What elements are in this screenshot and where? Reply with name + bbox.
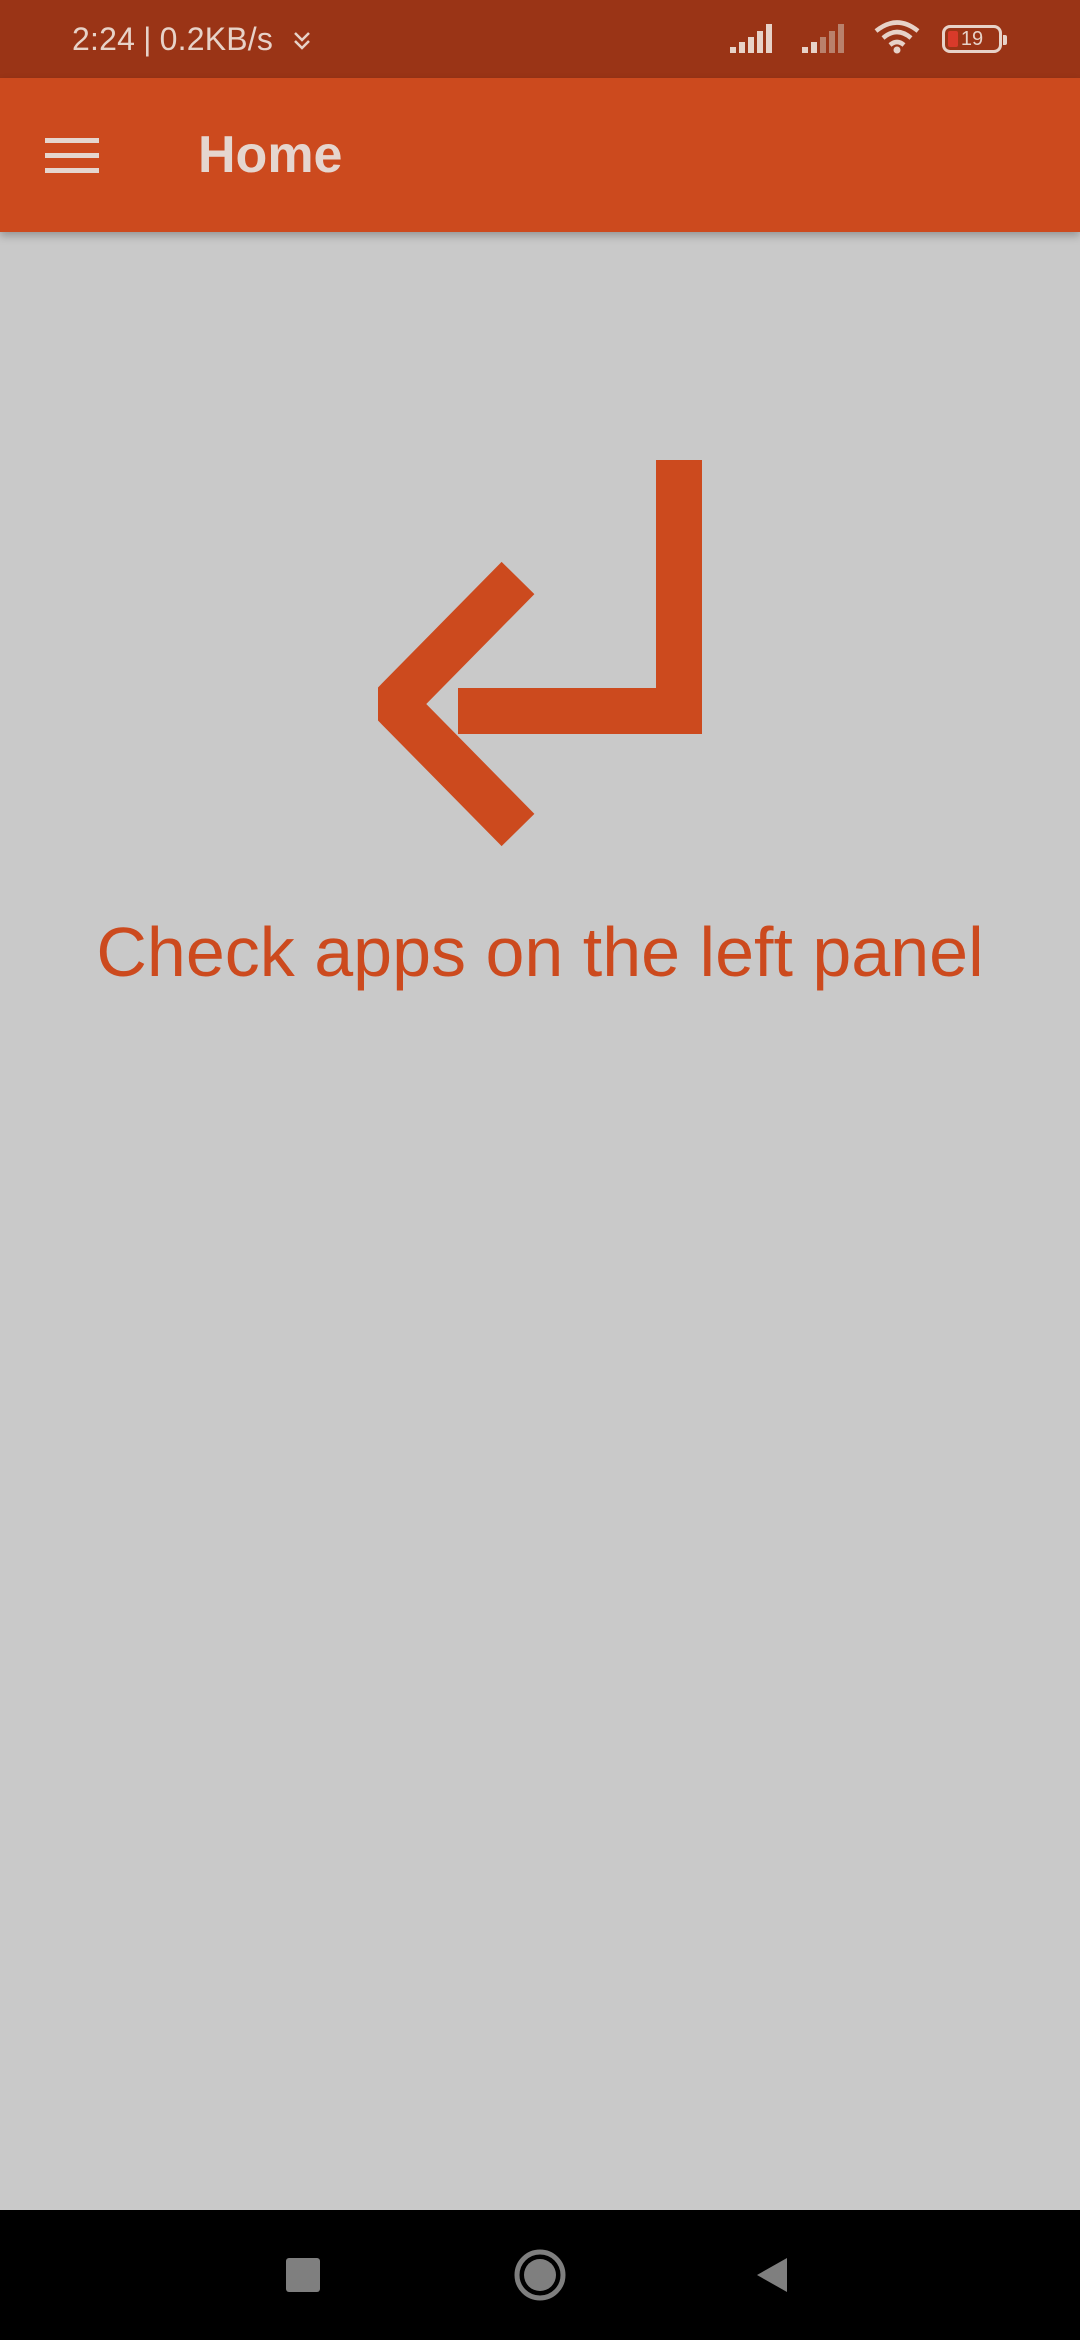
back-icon (757, 2258, 787, 2292)
screen: 2:24 | 0.2KB/s 19 Home Check apps on the… (0, 0, 1080, 2340)
battery-fill (948, 31, 958, 47)
status-bar: 2:24 | 0.2KB/s 19 (0, 0, 1080, 78)
signal-icon (730, 21, 780, 58)
network-speed: 0.2KB/s (159, 20, 274, 57)
hint-text: Check apps on the left panel (96, 913, 984, 991)
menu-icon (45, 138, 99, 173)
status-separator: | (143, 20, 152, 57)
battery-level: 19 (960, 27, 984, 50)
recent-apps-button[interactable] (238, 2210, 368, 2340)
signal-icon (802, 21, 852, 58)
home-button[interactable] (475, 2210, 605, 2340)
navigation-bar (0, 2210, 1080, 2340)
status-right: 19 (730, 0, 1007, 78)
battery-icon: 19 (942, 25, 1007, 53)
recent-apps-icon (286, 2258, 320, 2292)
app-bar: Home (0, 78, 1080, 232)
menu-button[interactable] (30, 113, 114, 197)
main-content: Check apps on the left panel (0, 232, 1080, 2210)
page-title: Home (198, 126, 343, 184)
home-icon (514, 2249, 566, 2301)
status-left: 2:24 | 0.2KB/s (72, 0, 313, 78)
download-icon (291, 26, 313, 52)
wifi-icon (874, 19, 920, 59)
back-button[interactable] (708, 2210, 838, 2340)
status-time: 2:24 (72, 20, 136, 57)
return-arrow-icon (378, 460, 702, 847)
